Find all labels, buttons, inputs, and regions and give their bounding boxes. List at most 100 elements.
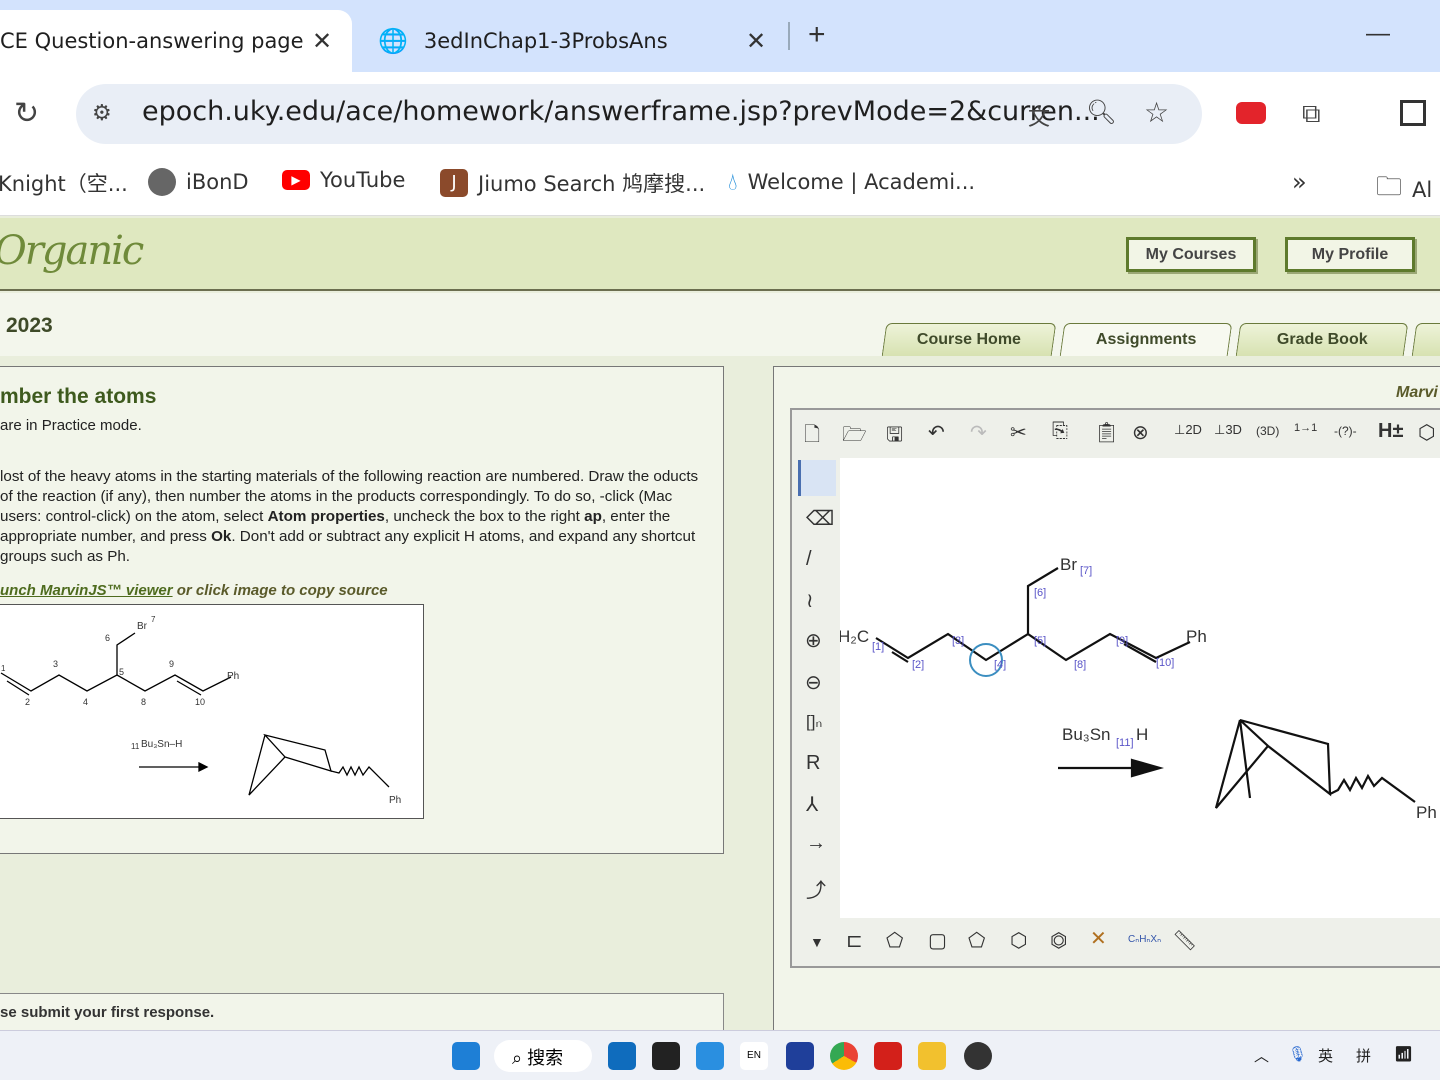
cut-icon[interactable]: ✂	[1010, 420, 1027, 445]
reaction-image[interactable]: Br 7 6 3 5 9 2 4 8 10 1 Ph 11 Bu₃Sn–H Ph	[0, 604, 424, 819]
svg-text:6: 6	[105, 633, 110, 643]
vscode-icon[interactable]	[696, 1042, 724, 1070]
minimize-button[interactable]: —	[1366, 20, 1390, 48]
reload-icon[interactable]: ↻	[14, 96, 39, 131]
rotate-3d-icon[interactable]: (3D)	[1256, 424, 1279, 438]
reaction-arrow-icon[interactable]: →	[806, 832, 826, 855]
taskbar-search[interactable]: ⌕ 搜索	[494, 1040, 592, 1072]
rgroup-icon[interactable]: R	[806, 752, 820, 775]
tab-grade-book[interactable]: Grade Book	[1235, 323, 1409, 356]
aromatize-icon[interactable]: ⬡	[1418, 420, 1435, 445]
svg-text:1: 1	[1, 664, 6, 673]
svg-text:[7]: [7]	[1080, 565, 1092, 577]
extension-icon[interactable]	[1236, 102, 1266, 124]
launch-line: unch MarvinJS™ viewer or click image to …	[0, 582, 388, 599]
chain-icon[interactable]: ≀	[806, 588, 814, 613]
undo-icon[interactable]: ↶	[928, 420, 945, 445]
eraser-icon[interactable]: ⌫	[806, 506, 834, 531]
site-settings-icon[interactable]: ⚙	[92, 100, 112, 126]
zoom-icon[interactable]: 🔍︎	[1086, 98, 1116, 127]
side-panel-icon[interactable]	[1400, 100, 1426, 126]
sgroup-icon[interactable]: []ₙ	[806, 712, 822, 732]
new-document-icon[interactable]: 🗋	[804, 420, 820, 454]
curved-arrow-icon[interactable]: ⤴	[806, 874, 826, 903]
file-explorer-icon[interactable]	[918, 1042, 946, 1070]
pyridine-icon[interactable]: ⬠	[886, 928, 903, 953]
template-icon[interactable]: ⊏	[846, 928, 863, 953]
svg-text:Br: Br	[1060, 555, 1077, 574]
marvin-canvas[interactable]: H₂C Br Ph Bu₃Sn H Ph [1] [2] [3] [4] [5]…	[838, 458, 1440, 918]
marvin-label: Marvi	[1396, 384, 1438, 401]
chrome-icon[interactable]	[830, 1042, 858, 1070]
svg-text:[4]: [4]	[994, 659, 1006, 671]
cyclobutane-icon[interactable]: ▢	[928, 928, 947, 953]
tab-title: CE Question-answering page	[0, 29, 304, 53]
svg-text:3: 3	[53, 659, 58, 669]
launch-marvin-link[interactable]: unch MarvinJS™ viewer	[0, 582, 173, 599]
benzene-icon[interactable]: ⏣	[1050, 928, 1067, 953]
ime-icon[interactable]: EN	[740, 1042, 768, 1070]
query-icon[interactable]: -(?)-	[1334, 424, 1357, 438]
new-tab-button[interactable]: +	[808, 18, 826, 52]
ime-pinyin[interactable]: 拼	[1356, 1045, 1371, 1066]
tab-more[interactable]	[1411, 323, 1440, 356]
tray-chevron-icon[interactable]: ︿	[1254, 1045, 1269, 1066]
svg-text:11: 11	[131, 742, 140, 751]
close-tab-icon[interactable]: ✕	[312, 27, 332, 55]
close-tab-icon[interactable]: ✕	[746, 27, 766, 55]
hydrogen-toggle-icon[interactable]: H±	[1378, 420, 1403, 443]
bookmark-youtube[interactable]: ▶ YouTube	[282, 168, 405, 192]
translate-icon[interactable]: 文	[1028, 100, 1050, 132]
bookmark-star-icon[interactable]: ☆	[1144, 96, 1169, 129]
charge-minus-icon[interactable]: ⊖	[805, 670, 822, 695]
svg-text:4: 4	[83, 697, 88, 707]
uk-icon[interactable]	[786, 1042, 814, 1070]
instruction-segment: Ok	[211, 528, 232, 545]
paste-icon[interactable]: 📋︎	[1094, 420, 1119, 445]
select-tool-icon[interactable]	[798, 460, 836, 496]
outlook-icon[interactable]	[608, 1042, 636, 1070]
app-icon[interactable]	[652, 1042, 680, 1070]
measure-icon[interactable]: 📏︎	[1172, 928, 1197, 953]
svg-text:[11]: [11]	[1116, 737, 1134, 749]
extensions-puzzle-icon[interactable]: ⧉	[1302, 98, 1321, 130]
svg-text:9: 9	[169, 659, 174, 669]
copy-icon[interactable]: ⎘	[1052, 420, 1068, 443]
tab-assignments[interactable]: Assignments	[1059, 323, 1233, 356]
my-profile-button[interactable]: My Profile	[1285, 237, 1415, 272]
tab-3ed[interactable]: 🌐 3edInChap1-3ProbsAns ✕	[372, 10, 772, 72]
tab-course-home[interactable]: Course Home	[881, 323, 1057, 356]
bookmark-ibond[interactable]: iBonD	[148, 168, 249, 196]
redo-icon[interactable]: ↷	[970, 420, 987, 445]
mic-icon[interactable]: 🎙︎	[1288, 1045, 1307, 1063]
bookmark-jiumo[interactable]: J Jiumo Search 鸠摩搜...	[440, 168, 705, 198]
ime-mode[interactable]: 英	[1318, 1045, 1333, 1066]
svg-text:5: 5	[119, 667, 124, 677]
bookmark-academia[interactable]: 💧︎ Welcome | Academi...	[728, 168, 975, 196]
expand-icon[interactable]: ✕	[1090, 926, 1107, 951]
open-folder-icon[interactable]: 🗁	[842, 420, 867, 454]
submit-message: se submit your first response.	[0, 1004, 215, 1021]
start-icon[interactable]	[452, 1042, 480, 1070]
app-icon-2[interactable]	[964, 1042, 992, 1070]
atom-map-icon[interactable]: 1→1	[1294, 422, 1317, 434]
formula-icon[interactable]: CₙHₙXₙ	[1128, 934, 1161, 945]
wifi-icon[interactable]: 📶︎	[1394, 1045, 1413, 1063]
acrobat-icon[interactable]	[874, 1042, 902, 1070]
clean-2d-icon[interactable]: ⊥2D	[1174, 422, 1202, 438]
my-courses-button[interactable]: My Courses	[1126, 237, 1256, 272]
clean-3d-icon[interactable]: ⊥3D	[1214, 422, 1242, 438]
more-tools-icon[interactable]: ▼	[810, 934, 824, 950]
charge-plus-icon[interactable]: ⊕	[805, 628, 822, 653]
cyclohexane-icon[interactable]: ⬡	[1010, 928, 1027, 953]
single-bond-icon[interactable]: /	[806, 548, 812, 571]
bookmark-all[interactable]: 🗀 Al	[1376, 168, 1432, 212]
tab-ace-question[interactable]: CE Question-answering page ✕	[0, 10, 352, 72]
more-bookmarks-icon[interactable]: »	[1292, 168, 1307, 196]
url-text[interactable]: epoch.uky.edu/ace/homework/answerframe.j…	[142, 96, 1100, 127]
cyclopentane-icon[interactable]: ⬠	[968, 928, 985, 953]
bookmark-knight[interactable]: Knight（空...	[0, 168, 128, 198]
save-icon[interactable]: 🖫	[886, 420, 903, 454]
link-icon[interactable]: ⅄	[806, 792, 818, 817]
zoom-tool-icon[interactable]: ⊗	[1132, 420, 1149, 445]
